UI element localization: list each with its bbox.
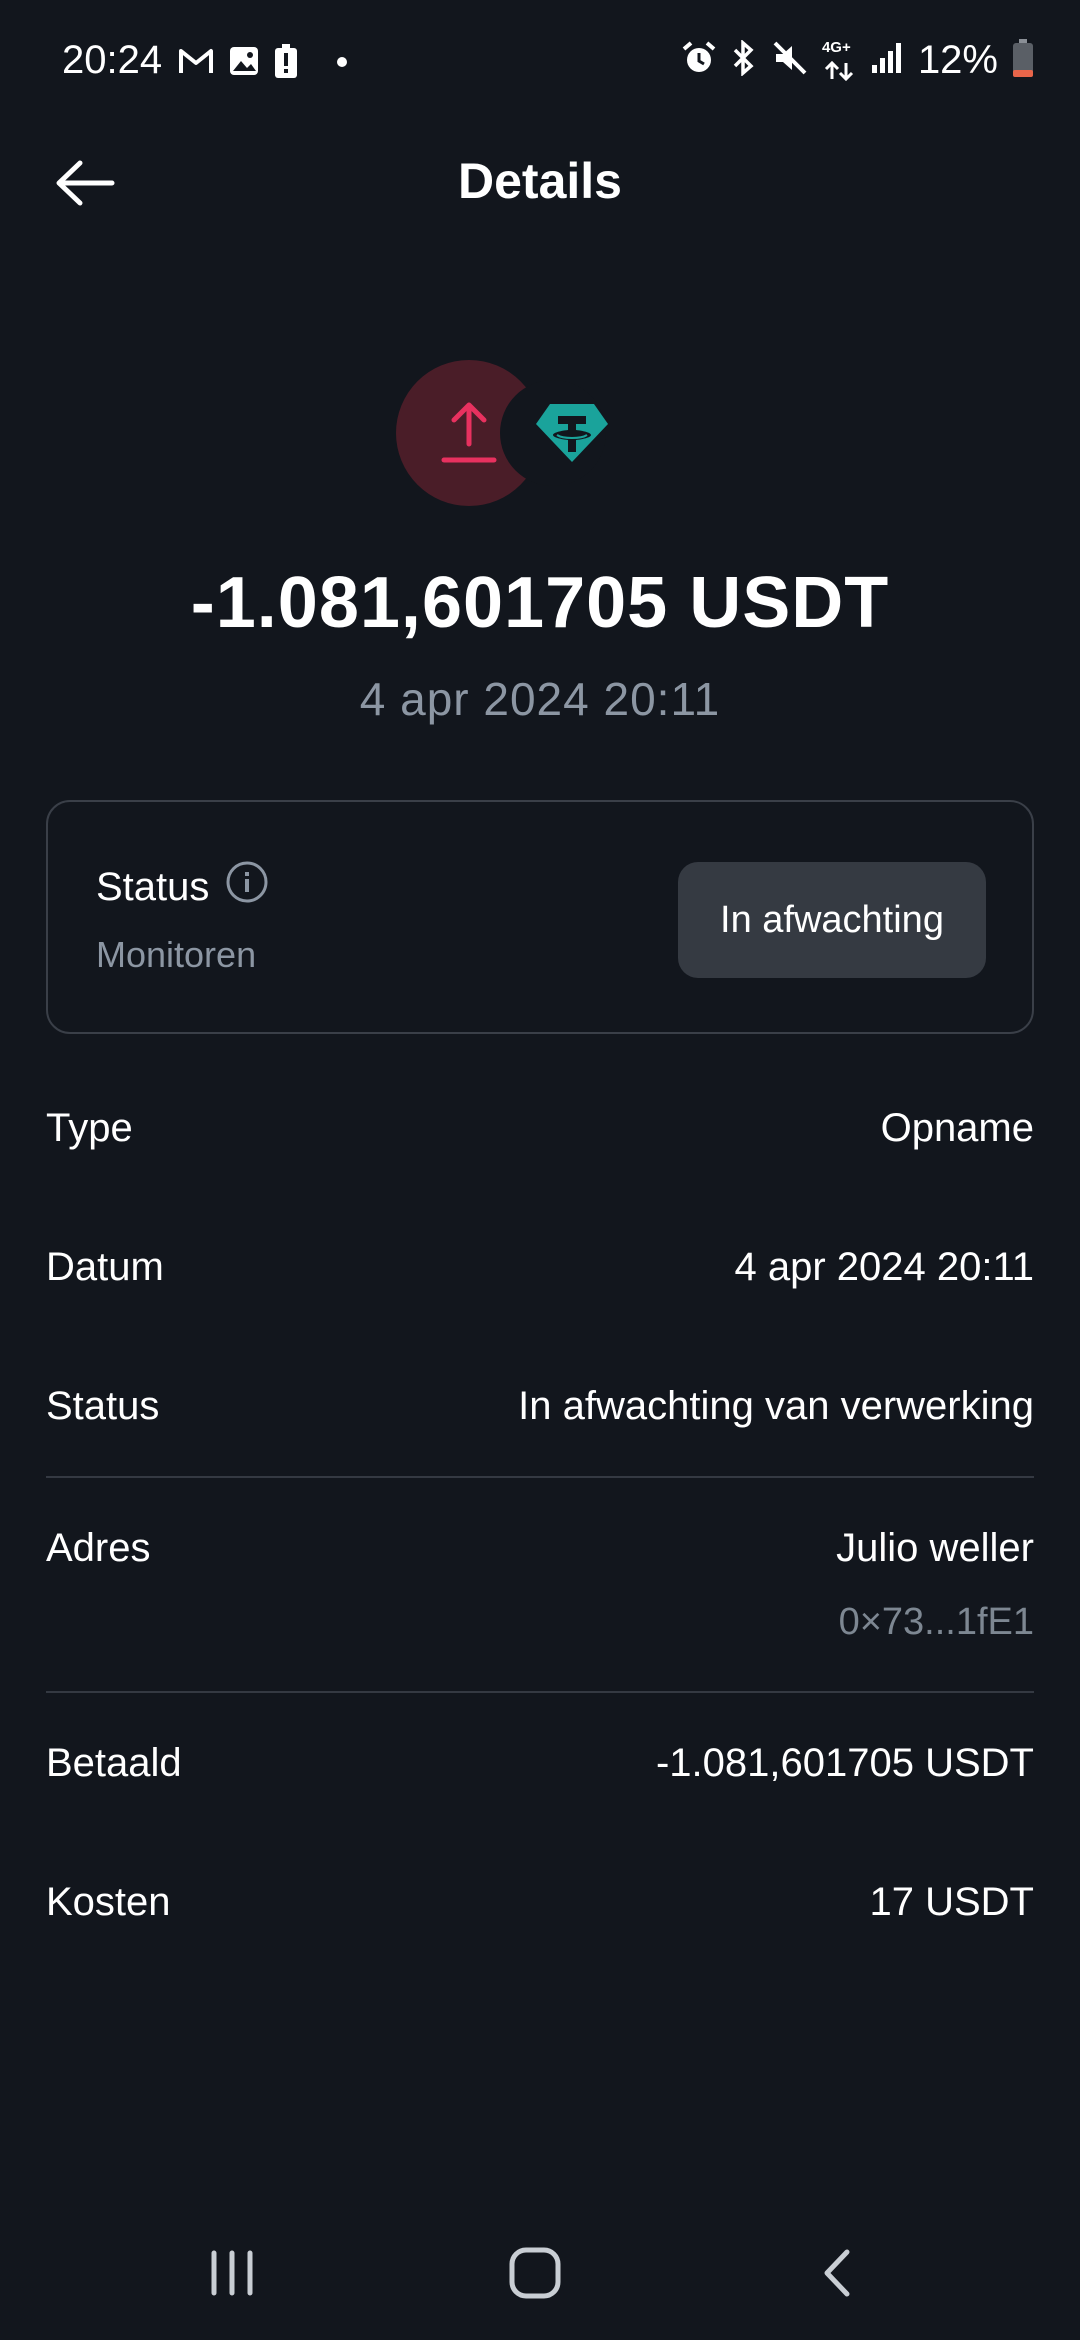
gallery-icon <box>228 45 260 82</box>
fee-value: 17 USDT <box>869 1880 1035 1924</box>
address-value-group: Julio weller 0×73...1fE1 <box>836 1526 1034 1644</box>
notification-icons <box>178 44 348 83</box>
fee-label: Kosten <box>46 1880 171 1924</box>
battery-percentage: 12% <box>917 38 998 82</box>
bluetooth-icon <box>730 39 758 81</box>
paid-label: Betaald <box>46 1741 182 1785</box>
alarm-icon <box>682 41 716 80</box>
status-card-sublabel: Monitoren <box>96 934 257 975</box>
transaction-amount: -1.081,601705 USDT <box>190 563 890 643</box>
back-icon <box>817 2246 857 2305</box>
divider <box>46 1691 1034 1693</box>
recents-button[interactable] <box>187 2230 277 2320</box>
page-title: Details <box>458 153 622 209</box>
detail-row-status: Status In afwachting van verwerking <box>46 1384 1034 1429</box>
address-label: Adres <box>46 1526 151 1570</box>
status-card-label: Status <box>96 864 210 909</box>
gmail-icon <box>178 46 214 81</box>
date-value: 4 apr 2024 20:11 <box>734 1245 1034 1289</box>
paid-value: -1.081,601705 USDT <box>655 1741 1034 1785</box>
tether-icon <box>534 402 610 469</box>
detail-row-type: Type Opname <box>46 1106 1034 1151</box>
detail-row-address[interactable]: Adres Julio weller 0×73...1fE1 <box>46 1526 1034 1644</box>
system-nav-bar <box>0 2210 1080 2320</box>
info-icon[interactable] <box>225 860 269 914</box>
type-value: Opname <box>880 1106 1034 1150</box>
detail-row-date: Datum 4 apr 2024 20:11 <box>46 1245 1034 1290</box>
address-short: 0×73...1fE1 <box>838 1601 1034 1643</box>
dot-icon <box>336 55 348 73</box>
system-icons: 4G+ 12% <box>682 38 1034 83</box>
status-label: Status <box>46 1384 160 1428</box>
status-value: In afwachting van verwerking <box>518 1384 1034 1428</box>
4g-icon: 4G+ <box>821 38 856 81</box>
home-button[interactable] <box>490 2230 580 2320</box>
mute-icon <box>772 40 808 81</box>
status-badge: In afwachting <box>678 862 986 978</box>
nav-back-button[interactable] <box>792 2230 882 2320</box>
details-screen: 20:24 4G+ 12% Details -1.081,601705 USDT… <box>0 0 1080 2340</box>
status-card-label-row: Status <box>96 860 269 914</box>
battery-icon <box>1012 39 1034 82</box>
signal-icon <box>870 41 904 80</box>
battery-alert-icon <box>274 44 298 83</box>
address-name: Julio weller <box>836 1526 1034 1570</box>
detail-row-fee: Kosten 17 USDT <box>46 1880 1034 1925</box>
transaction-icons <box>396 360 636 506</box>
transaction-date: 4 apr 2024 20:11 <box>359 673 721 725</box>
network-label: 4G+ <box>821 38 851 56</box>
status-bar: 20:24 4G+ 12% <box>0 0 1080 130</box>
home-icon <box>508 2246 562 2305</box>
status-time: 20:24 <box>62 38 163 82</box>
app-header: Details <box>0 130 1080 240</box>
divider <box>46 1476 1034 1478</box>
detail-row-paid: Betaald -1.081,601705 USDT <box>46 1741 1034 1786</box>
date-label: Datum <box>46 1245 164 1289</box>
recents-icon <box>207 2248 257 2303</box>
status-card: Status Monitoren In afwachting <box>46 800 1034 1034</box>
type-label: Type <box>46 1106 133 1150</box>
